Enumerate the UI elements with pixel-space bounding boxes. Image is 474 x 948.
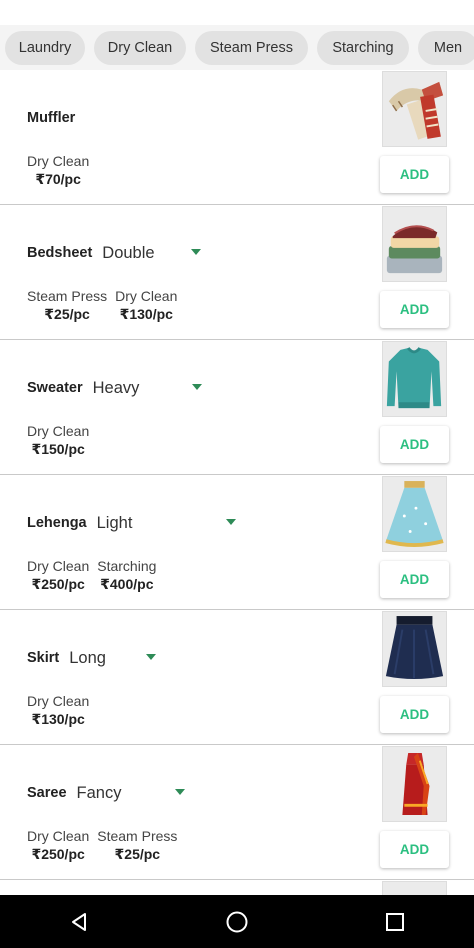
service-prices: Dry Clean ₹250/pc Steam Press ₹25/pc <box>27 827 185 863</box>
service-entry: Steam Press ₹25/pc <box>97 827 177 863</box>
add-button[interactable]: ADD <box>380 561 449 598</box>
service-entry: Steam Press ₹25/pc <box>27 287 107 323</box>
service-price: ₹25/pc <box>44 306 90 322</box>
home-button[interactable] <box>207 895 267 948</box>
service-entry: Dry Clean ₹130/pc <box>115 287 177 323</box>
tab-starching[interactable]: Starching <box>317 31 409 65</box>
item-name-line: Skirt Long <box>27 646 106 670</box>
service-price: ₹400/pc <box>100 576 154 592</box>
item-name: Lehenga <box>27 515 87 531</box>
add-button[interactable]: ADD <box>380 696 449 733</box>
service-entry: Dry Clean ₹150/pc <box>27 422 89 458</box>
item-name-line: Bedsheet Double <box>27 241 155 265</box>
service-name: Dry Clean <box>27 423 90 439</box>
back-icon <box>72 912 86 931</box>
chevron-down-icon[interactable] <box>192 384 202 390</box>
tab-dry-clean[interactable]: Dry Clean <box>94 31 186 65</box>
app-screen: Laundry Dry Clean Steam Press Starching … <box>0 0 474 948</box>
service-entry: Dry Clean ₹70/pc <box>27 152 89 188</box>
item-name-line: Sweater Heavy <box>27 376 139 400</box>
service-prices: Dry Clean ₹150/pc <box>27 422 97 458</box>
item-name: Muffler <box>27 110 76 126</box>
skirt-icon <box>382 611 447 687</box>
service-name: Steam Press <box>97 828 178 844</box>
add-button[interactable]: ADD <box>380 291 449 328</box>
item-row-skirt: Skirt Long Dry Clean ₹130/pc ADD <box>0 610 474 745</box>
item-row-muffler: Muffler Dry Clean ₹70/pc ADD <box>0 70 474 205</box>
service-name: Steam Press <box>27 288 108 304</box>
variant-dropdown[interactable]: Fancy <box>77 784 122 803</box>
service-name: Dry Clean <box>27 558 90 574</box>
home-icon <box>226 911 248 932</box>
service-prices: Steam Press ₹25/pc Dry Clean ₹130/pc <box>27 287 185 323</box>
service-price: ₹70/pc <box>35 171 81 187</box>
recents-icon <box>386 912 404 931</box>
service-prices: Dry Clean ₹130/pc <box>27 692 97 728</box>
service-name: Dry Clean <box>27 828 90 844</box>
item-row-sweater: Sweater Heavy Dry Clean ₹150/pc ADD <box>0 340 474 475</box>
tab-men[interactable]: Men <box>418 31 474 65</box>
item-row-bedsheet: Bedsheet Double Steam Press ₹25/pc Dry C… <box>0 205 474 340</box>
service-tab-bar: Laundry Dry Clean Steam Press Starching … <box>0 25 474 70</box>
service-entry: Dry Clean ₹250/pc <box>27 557 89 593</box>
tab-laundry[interactable]: Laundry <box>5 31 85 65</box>
add-button[interactable]: ADD <box>380 156 449 193</box>
chevron-down-icon[interactable] <box>175 789 185 795</box>
chevron-down-icon[interactable] <box>191 249 201 255</box>
lehenga-icon <box>382 476 447 552</box>
service-price: ₹250/pc <box>31 576 85 592</box>
service-price: ₹130/pc <box>31 711 85 727</box>
add-button[interactable]: ADD <box>380 831 449 868</box>
item-row-lehenga: Lehenga Light Dry Clean ₹250/pc Starchin… <box>0 475 474 610</box>
chevron-down-icon[interactable] <box>146 654 156 660</box>
sweater-icon <box>382 341 447 417</box>
saree-icon <box>382 746 447 822</box>
tab-steam-press[interactable]: Steam Press <box>195 31 308 65</box>
item-name: Bedsheet <box>27 245 93 261</box>
chevron-down-icon[interactable] <box>226 519 236 525</box>
system-navigation-bar <box>0 895 474 948</box>
item-name-line: Muffler <box>27 106 75 130</box>
service-name: Starching <box>97 558 157 574</box>
service-name: Dry Clean <box>27 693 90 709</box>
variant-dropdown[interactable]: Light <box>97 514 133 533</box>
service-entry: Dry Clean ₹130/pc <box>27 692 89 728</box>
service-entry: Dry Clean ₹250/pc <box>27 827 89 863</box>
item-name: Skirt <box>27 650 60 666</box>
item-row-saree: Saree Fancy Dry Clean ₹250/pc Steam Pres… <box>0 745 474 880</box>
item-name: Saree <box>27 785 67 801</box>
item-name-line: Lehenga Light <box>27 511 132 535</box>
service-name: Dry Clean <box>27 153 90 169</box>
item-name-line: Saree Fancy <box>27 781 121 805</box>
service-prices: Dry Clean ₹250/pc Starching ₹400/pc <box>27 557 164 593</box>
service-name: Dry Clean <box>115 288 178 304</box>
back-button[interactable] <box>49 895 109 948</box>
recents-button[interactable] <box>365 895 425 948</box>
variant-dropdown[interactable]: Double <box>102 244 154 263</box>
variant-dropdown[interactable]: Long <box>69 649 106 668</box>
muffler-icon <box>382 71 447 147</box>
service-price: ₹130/pc <box>119 306 173 322</box>
service-price: ₹150/pc <box>31 441 85 457</box>
service-entry: Starching ₹400/pc <box>97 557 156 593</box>
service-price: ₹250/pc <box>31 846 85 862</box>
item-name: Sweater <box>27 380 83 396</box>
add-button[interactable]: ADD <box>380 426 449 463</box>
bedsheet-icon <box>382 206 447 282</box>
service-prices: Dry Clean ₹70/pc <box>27 152 97 188</box>
service-price: ₹25/pc <box>114 846 161 862</box>
variant-dropdown[interactable]: Heavy <box>93 379 140 398</box>
